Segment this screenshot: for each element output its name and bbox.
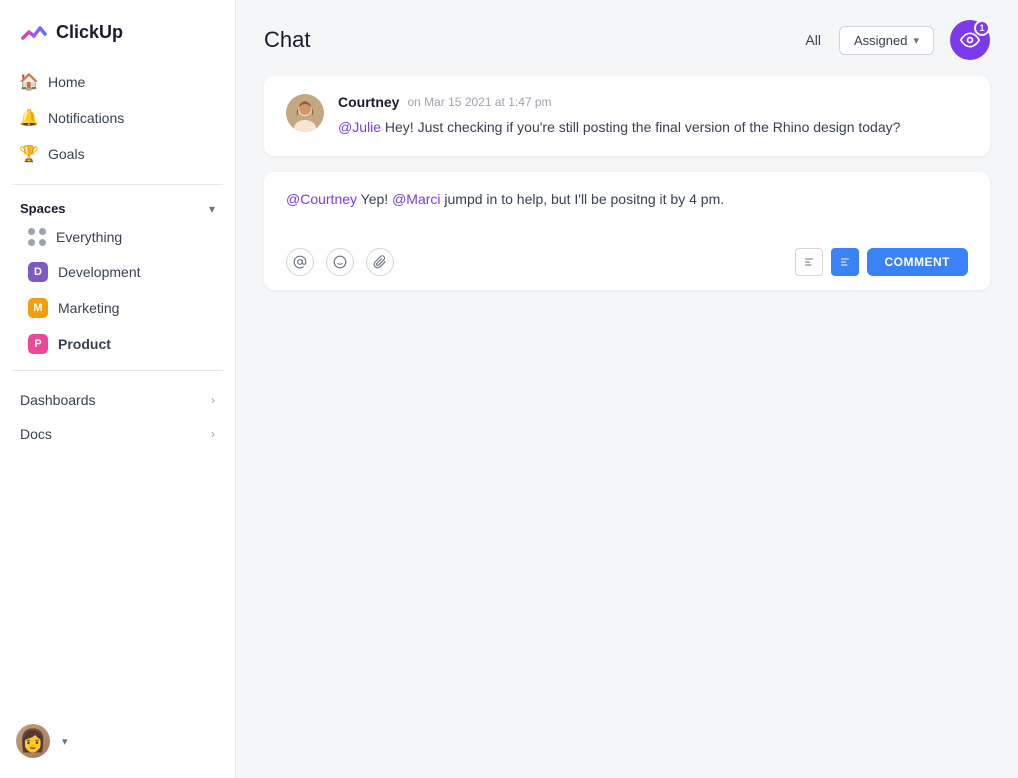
docs-chevron-icon: ›	[211, 427, 215, 441]
format-button-gray[interactable]	[795, 248, 823, 276]
toolbar-left	[286, 248, 394, 276]
chat-body: Courtney on Mar 15 2021 at 1:47 pm @Juli…	[236, 76, 1018, 778]
watch-badge: 1	[974, 20, 990, 36]
message-text-1: @Julie Hey! Just checking if you're stil…	[338, 116, 968, 138]
chevron-down-icon: ▾	[209, 202, 215, 216]
user-profile[interactable]: ▾	[0, 716, 235, 766]
attach-icon-button[interactable]	[366, 248, 394, 276]
sidebar-item-goals[interactable]: 🏆 Goals	[8, 136, 227, 172]
sidebar-item-everything[interactable]: Everything	[8, 220, 227, 254]
docs-label: Docs	[20, 426, 52, 442]
dashboards-chevron-icon: ›	[211, 393, 215, 407]
text-format-icon	[803, 256, 815, 268]
sidebar-item-home[interactable]: 🏠 Home	[8, 64, 227, 100]
sidebar: ClickUp 🏠 Home 🔔 Notifications 🏆 Goals S…	[0, 0, 236, 778]
message-content-1: Courtney on Mar 15 2021 at 1:47 pm @Juli…	[338, 94, 968, 138]
app-name: ClickUp	[56, 22, 123, 43]
home-icon: 🏠	[20, 73, 38, 91]
logo-area[interactable]: ClickUp	[0, 0, 235, 60]
sidebar-item-docs[interactable]: Docs ›	[8, 417, 227, 451]
sidebar-nav: 🏠 Home 🔔 Notifications 🏆 Goals	[0, 60, 235, 176]
reply-text-content: @Courtney Yep! @Marci jumpd in to help, …	[286, 188, 968, 236]
product-avatar: P	[28, 334, 48, 354]
user-caret-icon: ▾	[62, 735, 68, 748]
docs-left: Docs	[20, 426, 52, 442]
spaces-divider	[12, 370, 223, 371]
mention-julie: @Julie	[338, 119, 381, 135]
clickup-logo-icon	[20, 18, 48, 46]
sidebar-item-goals-label: Goals	[48, 146, 85, 162]
paperclip-icon	[373, 255, 387, 269]
reply-box: @Courtney Yep! @Marci jumpd in to help, …	[264, 172, 990, 290]
at-icon	[293, 255, 307, 269]
format-button-blue[interactable]	[831, 248, 859, 276]
message-time: on Mar 15 2021 at 1:47 pm	[407, 95, 551, 109]
marketing-avatar: M	[28, 298, 48, 318]
courtney-avatar-img	[286, 94, 324, 132]
spaces-header[interactable]: Spaces ▾	[0, 193, 235, 220]
courtney-avatar	[286, 94, 324, 132]
trophy-icon: 🏆	[20, 145, 38, 163]
space-everything-label: Everything	[56, 229, 122, 245]
sidebar-item-marketing[interactable]: M Marketing	[8, 290, 227, 326]
bottom-sections: Dashboards › Docs ›	[0, 379, 235, 455]
message-author-line-1: Courtney on Mar 15 2021 at 1:47 pm	[338, 94, 968, 110]
sidebar-item-product[interactable]: P Product	[8, 326, 227, 362]
mention-marci: @Marci	[392, 191, 440, 207]
spaces-list: Everything D Development M Marketing P P…	[0, 220, 235, 362]
sidebar-item-notifications[interactable]: 🔔 Notifications	[8, 100, 227, 136]
sidebar-item-development[interactable]: D Development	[8, 254, 227, 290]
emoji-icon	[333, 255, 347, 269]
mention-icon-button[interactable]	[286, 248, 314, 276]
reply-toolbar: COMMENT	[286, 248, 968, 276]
dashboards-label: Dashboards	[20, 392, 96, 408]
sidebar-item-home-label: Home	[48, 74, 85, 90]
chat-header: Chat All Assigned ▾ 1	[236, 0, 1018, 76]
main-content: Chat All Assigned ▾ 1	[236, 0, 1018, 778]
mention-courtney: @Courtney	[286, 191, 357, 207]
spaces-label: Spaces	[20, 201, 66, 216]
assigned-label: Assigned	[854, 33, 907, 48]
space-development-label: Development	[58, 264, 141, 280]
emoji-icon-button[interactable]	[326, 248, 354, 276]
sidebar-item-dashboards[interactable]: Dashboards ›	[8, 383, 227, 417]
text-bold-icon	[839, 256, 851, 268]
watch-button[interactable]: 1	[950, 20, 990, 60]
assigned-chevron-icon: ▾	[913, 34, 919, 47]
development-avatar: D	[28, 262, 48, 282]
filter-all-button[interactable]: All	[803, 28, 823, 52]
bell-icon: 🔔	[20, 109, 38, 127]
dashboards-left: Dashboards	[20, 392, 96, 408]
message-author-name: Courtney	[338, 94, 399, 110]
message-card-1: Courtney on Mar 15 2021 at 1:47 pm @Juli…	[264, 76, 990, 156]
nav-divider	[12, 184, 223, 185]
space-marketing-label: Marketing	[58, 300, 119, 316]
chat-title: Chat	[264, 27, 787, 53]
user-avatar	[16, 724, 50, 758]
comment-button[interactable]: COMMENT	[867, 248, 969, 276]
space-product-label: Product	[58, 336, 111, 352]
toolbar-right: COMMENT	[795, 248, 969, 276]
assigned-filter-button[interactable]: Assigned ▾	[839, 26, 934, 55]
everything-dots-icon	[28, 228, 46, 246]
sidebar-item-notifications-label: Notifications	[48, 110, 124, 126]
